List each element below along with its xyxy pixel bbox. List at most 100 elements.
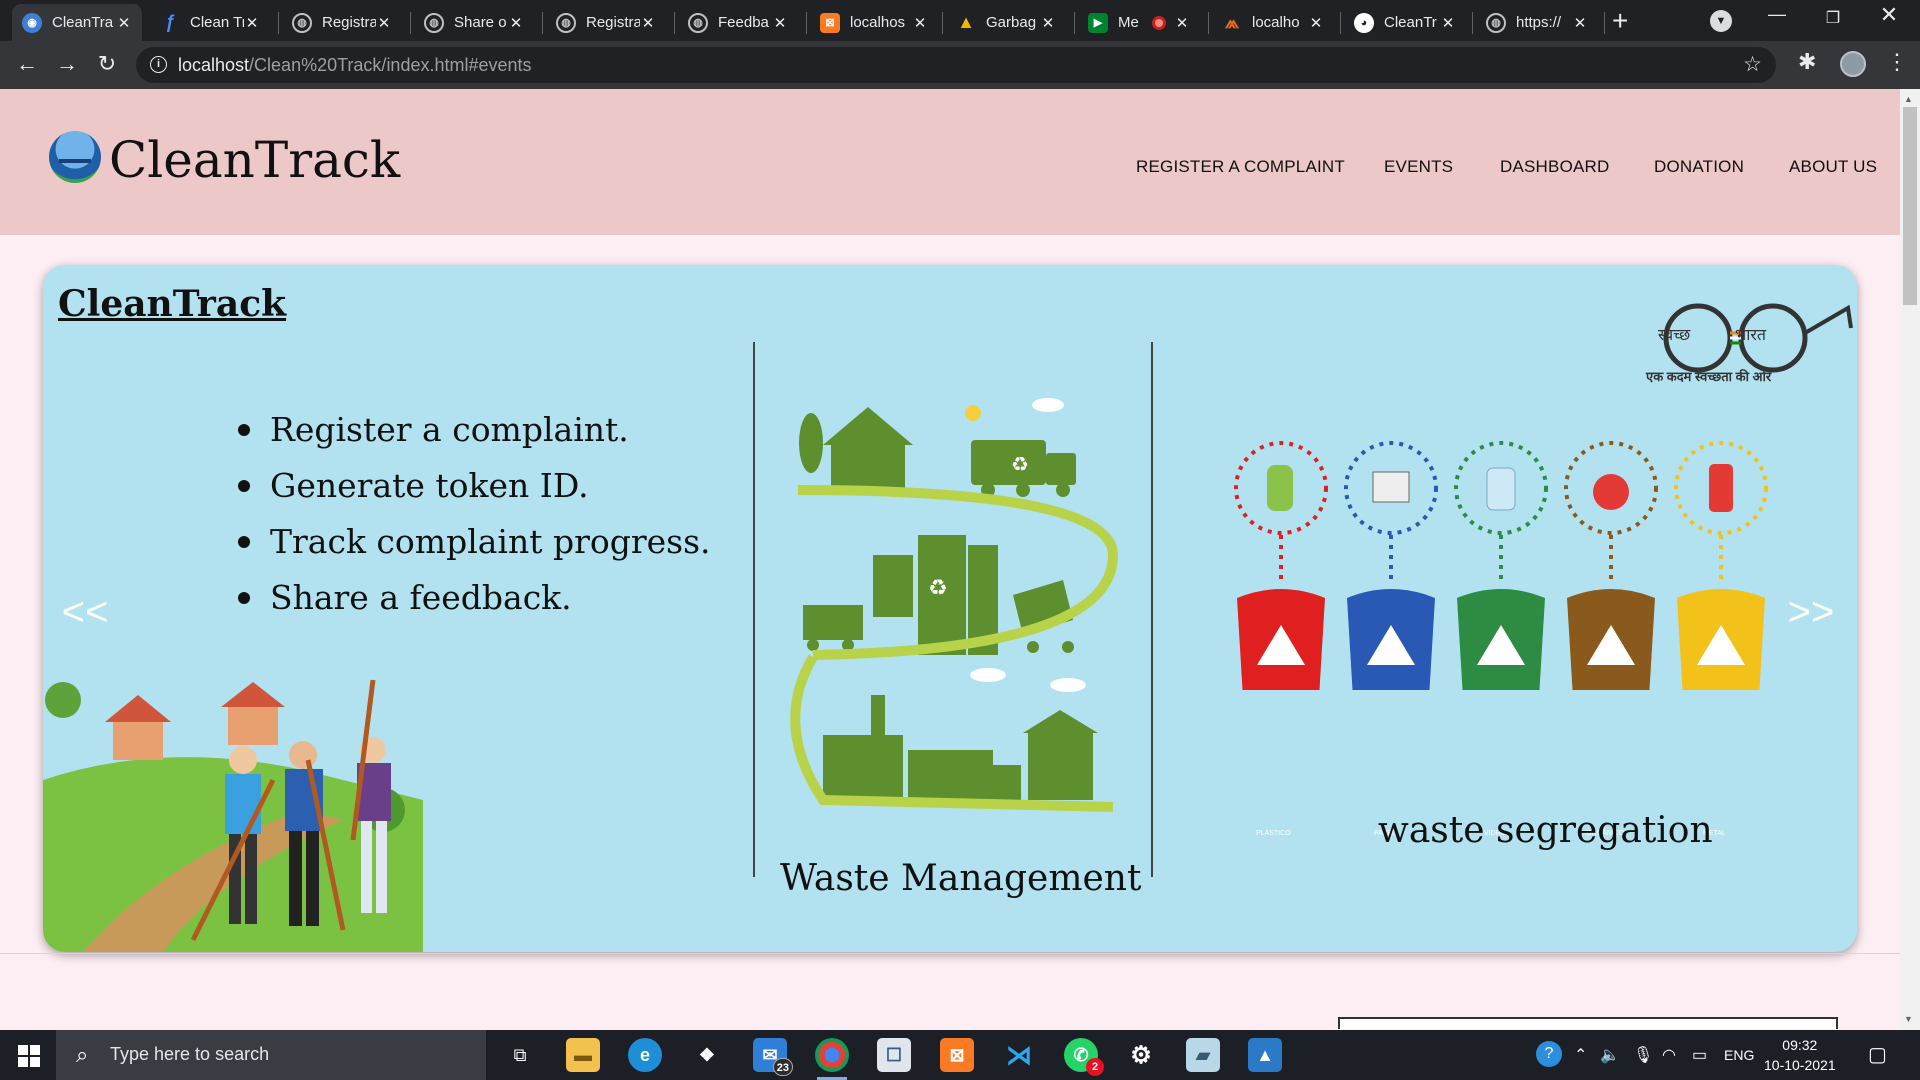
globe-icon: ◍ bbox=[424, 12, 444, 33]
app-icon[interactable]: ☐ bbox=[877, 1038, 911, 1072]
address-bar[interactable]: i localhost/Clean%20Track/index.html#eve… bbox=[136, 47, 1776, 83]
dropbox-icon[interactable]: ❖ bbox=[690, 1038, 724, 1072]
close-tab-icon[interactable]: ✕ bbox=[1440, 14, 1456, 32]
scroll-up-arrow-icon[interactable]: ▲ bbox=[1904, 94, 1913, 104]
minimize-icon[interactable]: — bbox=[1762, 4, 1792, 25]
tab-title: Registra bbox=[586, 14, 640, 31]
windows-start-icon[interactable] bbox=[18, 1045, 40, 1067]
nav-about-us[interactable]: ABOUT US bbox=[1789, 157, 1877, 177]
xampp-icon: ⊠ bbox=[820, 12, 840, 33]
close-tab-icon[interactable]: ✕ bbox=[640, 14, 656, 32]
browser-menu-icon[interactable]: ⋮ bbox=[1886, 49, 1908, 75]
show-hidden-icons-chevron-icon[interactable]: ⌃ bbox=[1574, 1045, 1587, 1065]
close-window-icon[interactable]: ✕ bbox=[1874, 2, 1904, 28]
taskbar-search-box[interactable]: ⌕ Type here to search bbox=[56, 1030, 486, 1080]
tab-https[interactable]: ◍ https:// ✕ bbox=[1476, 4, 1598, 41]
tab-garbage-drive[interactable]: ▲ Garbag ✕ bbox=[946, 4, 1066, 41]
site-info-icon[interactable]: i bbox=[150, 56, 167, 73]
task-view-icon[interactable]: ⧉ bbox=[503, 1038, 537, 1072]
tab-google-meet[interactable]: ▶ Me ✕ bbox=[1078, 4, 1200, 41]
nav-dashboard[interactable]: DASHBOARD bbox=[1500, 157, 1610, 177]
svg-text:♻: ♻ bbox=[1011, 452, 1029, 476]
tab-separator bbox=[806, 12, 807, 34]
forward-arrow-icon[interactable]: → bbox=[52, 51, 82, 77]
tab-registration-1[interactable]: ◍ Registra ✕ bbox=[282, 4, 402, 41]
next-section-card bbox=[1338, 1017, 1838, 1029]
scrollbar-thumb[interactable] bbox=[1903, 107, 1917, 305]
scroll-down-arrow-icon[interactable]: ▼ bbox=[1904, 1014, 1913, 1024]
tab-separator bbox=[1074, 12, 1075, 34]
tab-registration-2[interactable]: ◍ Registra ✕ bbox=[546, 4, 666, 41]
carousel-next-arrow[interactable]: >> bbox=[1781, 590, 1841, 635]
mail-icon[interactable]: ✉ 23 bbox=[753, 1038, 793, 1076]
tab-localhost-xampp[interactable]: ⊠ localhos ✕ bbox=[810, 4, 938, 41]
tab-feedback[interactable]: ◍ Feedba ✕ bbox=[678, 4, 798, 41]
tab-title: Feedba bbox=[718, 14, 769, 31]
close-tab-icon[interactable]: ✕ bbox=[772, 14, 788, 32]
brand-name[interactable]: CleanTrack bbox=[109, 131, 400, 189]
settings-gear-icon[interactable]: ⚙ bbox=[1124, 1038, 1158, 1072]
tab-separator bbox=[542, 12, 543, 34]
tab-share[interactable]: ◍ Share o ✕ bbox=[414, 4, 534, 41]
tab-localhost-matlab[interactable]: ⩕ localho ✕ bbox=[1212, 4, 1334, 41]
wifi-icon[interactable]: ◠ bbox=[1662, 1045, 1676, 1065]
tab-title: CleanTra bbox=[52, 14, 114, 31]
nav-donation[interactable]: DONATION bbox=[1654, 157, 1744, 177]
tab-cleantrack-active[interactable]: ◉ CleanTra ✕ bbox=[12, 4, 142, 41]
tab-separator bbox=[1472, 12, 1473, 34]
reload-icon[interactable]: ↻ bbox=[92, 51, 122, 77]
windows-taskbar: ⌕ Type here to search ⧉ ▬ e ❖ ✉ 23 ☐ ⊠ ⋊ … bbox=[0, 1030, 1920, 1080]
xampp-icon[interactable]: ⊠ bbox=[940, 1038, 974, 1072]
photos-icon[interactable]: ▲ bbox=[1248, 1038, 1282, 1072]
close-tab-icon[interactable]: ✕ bbox=[912, 14, 928, 32]
close-tab-icon[interactable]: ✕ bbox=[116, 14, 132, 32]
bookmark-star-icon[interactable]: ☆ bbox=[1743, 52, 1762, 77]
close-tab-icon[interactable]: ✕ bbox=[1040, 14, 1056, 32]
close-tab-icon[interactable]: ✕ bbox=[508, 14, 524, 32]
extensions-puzzle-icon[interactable]: ✱ bbox=[1798, 49, 1816, 75]
cleantrack-logo-icon[interactable] bbox=[49, 131, 101, 183]
search-placeholder: Type here to search bbox=[110, 1044, 270, 1064]
tab-title: https:// bbox=[1516, 14, 1562, 31]
speaker-icon[interactable]: 🔈 bbox=[1600, 1045, 1620, 1065]
hero-title: CleanTrack bbox=[58, 283, 287, 325]
clock-date: 10-10-2021 bbox=[1764, 1057, 1836, 1073]
input-language[interactable]: ENG bbox=[1724, 1047, 1754, 1063]
tab-separator bbox=[1340, 12, 1341, 34]
nav-register-complaint[interactable]: REGISTER A COMPLAINT bbox=[1136, 157, 1345, 177]
swachh-left-text: स्वच्छ bbox=[1658, 327, 1691, 344]
notifications-icon[interactable]: ▢ bbox=[1868, 1042, 1887, 1067]
nav-events[interactable]: EVENTS bbox=[1384, 157, 1453, 177]
notepad-icon[interactable]: ▰ bbox=[1186, 1038, 1220, 1072]
back-arrow-icon[interactable]: ← bbox=[12, 51, 42, 77]
close-tab-icon[interactable]: ✕ bbox=[1174, 14, 1190, 32]
tab-separator bbox=[674, 12, 675, 34]
microphone-icon[interactable]: 🎙 bbox=[1633, 1045, 1653, 1065]
globe-icon: ◍ bbox=[556, 12, 576, 33]
feature-item: Register a complaint. bbox=[238, 410, 711, 466]
carousel-prev-arrow[interactable]: << bbox=[55, 590, 115, 635]
tab-github-cleantrack[interactable]: ◕ CleanTr ✕ bbox=[1344, 4, 1466, 41]
battery-icon[interactable]: ▭ bbox=[1692, 1045, 1707, 1065]
profile-avatar[interactable] bbox=[1840, 51, 1866, 77]
chrome-icon[interactable] bbox=[815, 1038, 849, 1080]
whatsapp-icon[interactable]: ✆ 2 bbox=[1064, 1038, 1104, 1076]
file-explorer-icon[interactable]: ▬ bbox=[566, 1038, 600, 1072]
github-icon: ◕ bbox=[1354, 12, 1374, 33]
taskbar-clock[interactable]: 09:32 10-10-2021 bbox=[1764, 1035, 1836, 1075]
globe-icon: ◍ bbox=[688, 12, 708, 33]
tab-search-chevron-icon[interactable]: ▼ bbox=[1710, 10, 1732, 32]
close-tab-icon[interactable]: ✕ bbox=[244, 14, 260, 32]
close-tab-icon[interactable]: ✕ bbox=[376, 14, 392, 32]
restore-window-icon[interactable]: ❐ bbox=[1818, 8, 1848, 28]
new-tab-plus-icon[interactable]: + bbox=[1612, 5, 1628, 37]
edge-browser-icon[interactable]: e bbox=[628, 1038, 662, 1072]
tab-clean-track[interactable]: ƒ Clean Tr ✕ bbox=[150, 4, 270, 41]
url-text[interactable]: localhost/Clean%20Track/index.html#event… bbox=[178, 55, 532, 76]
close-tab-icon[interactable]: ✕ bbox=[1572, 14, 1588, 32]
tab-separator bbox=[942, 12, 943, 34]
vscode-icon[interactable]: ⋊ bbox=[1002, 1038, 1036, 1072]
help-icon[interactable]: ? bbox=[1536, 1041, 1562, 1067]
close-tab-icon[interactable]: ✕ bbox=[1308, 14, 1324, 32]
section-divider bbox=[0, 953, 1900, 954]
